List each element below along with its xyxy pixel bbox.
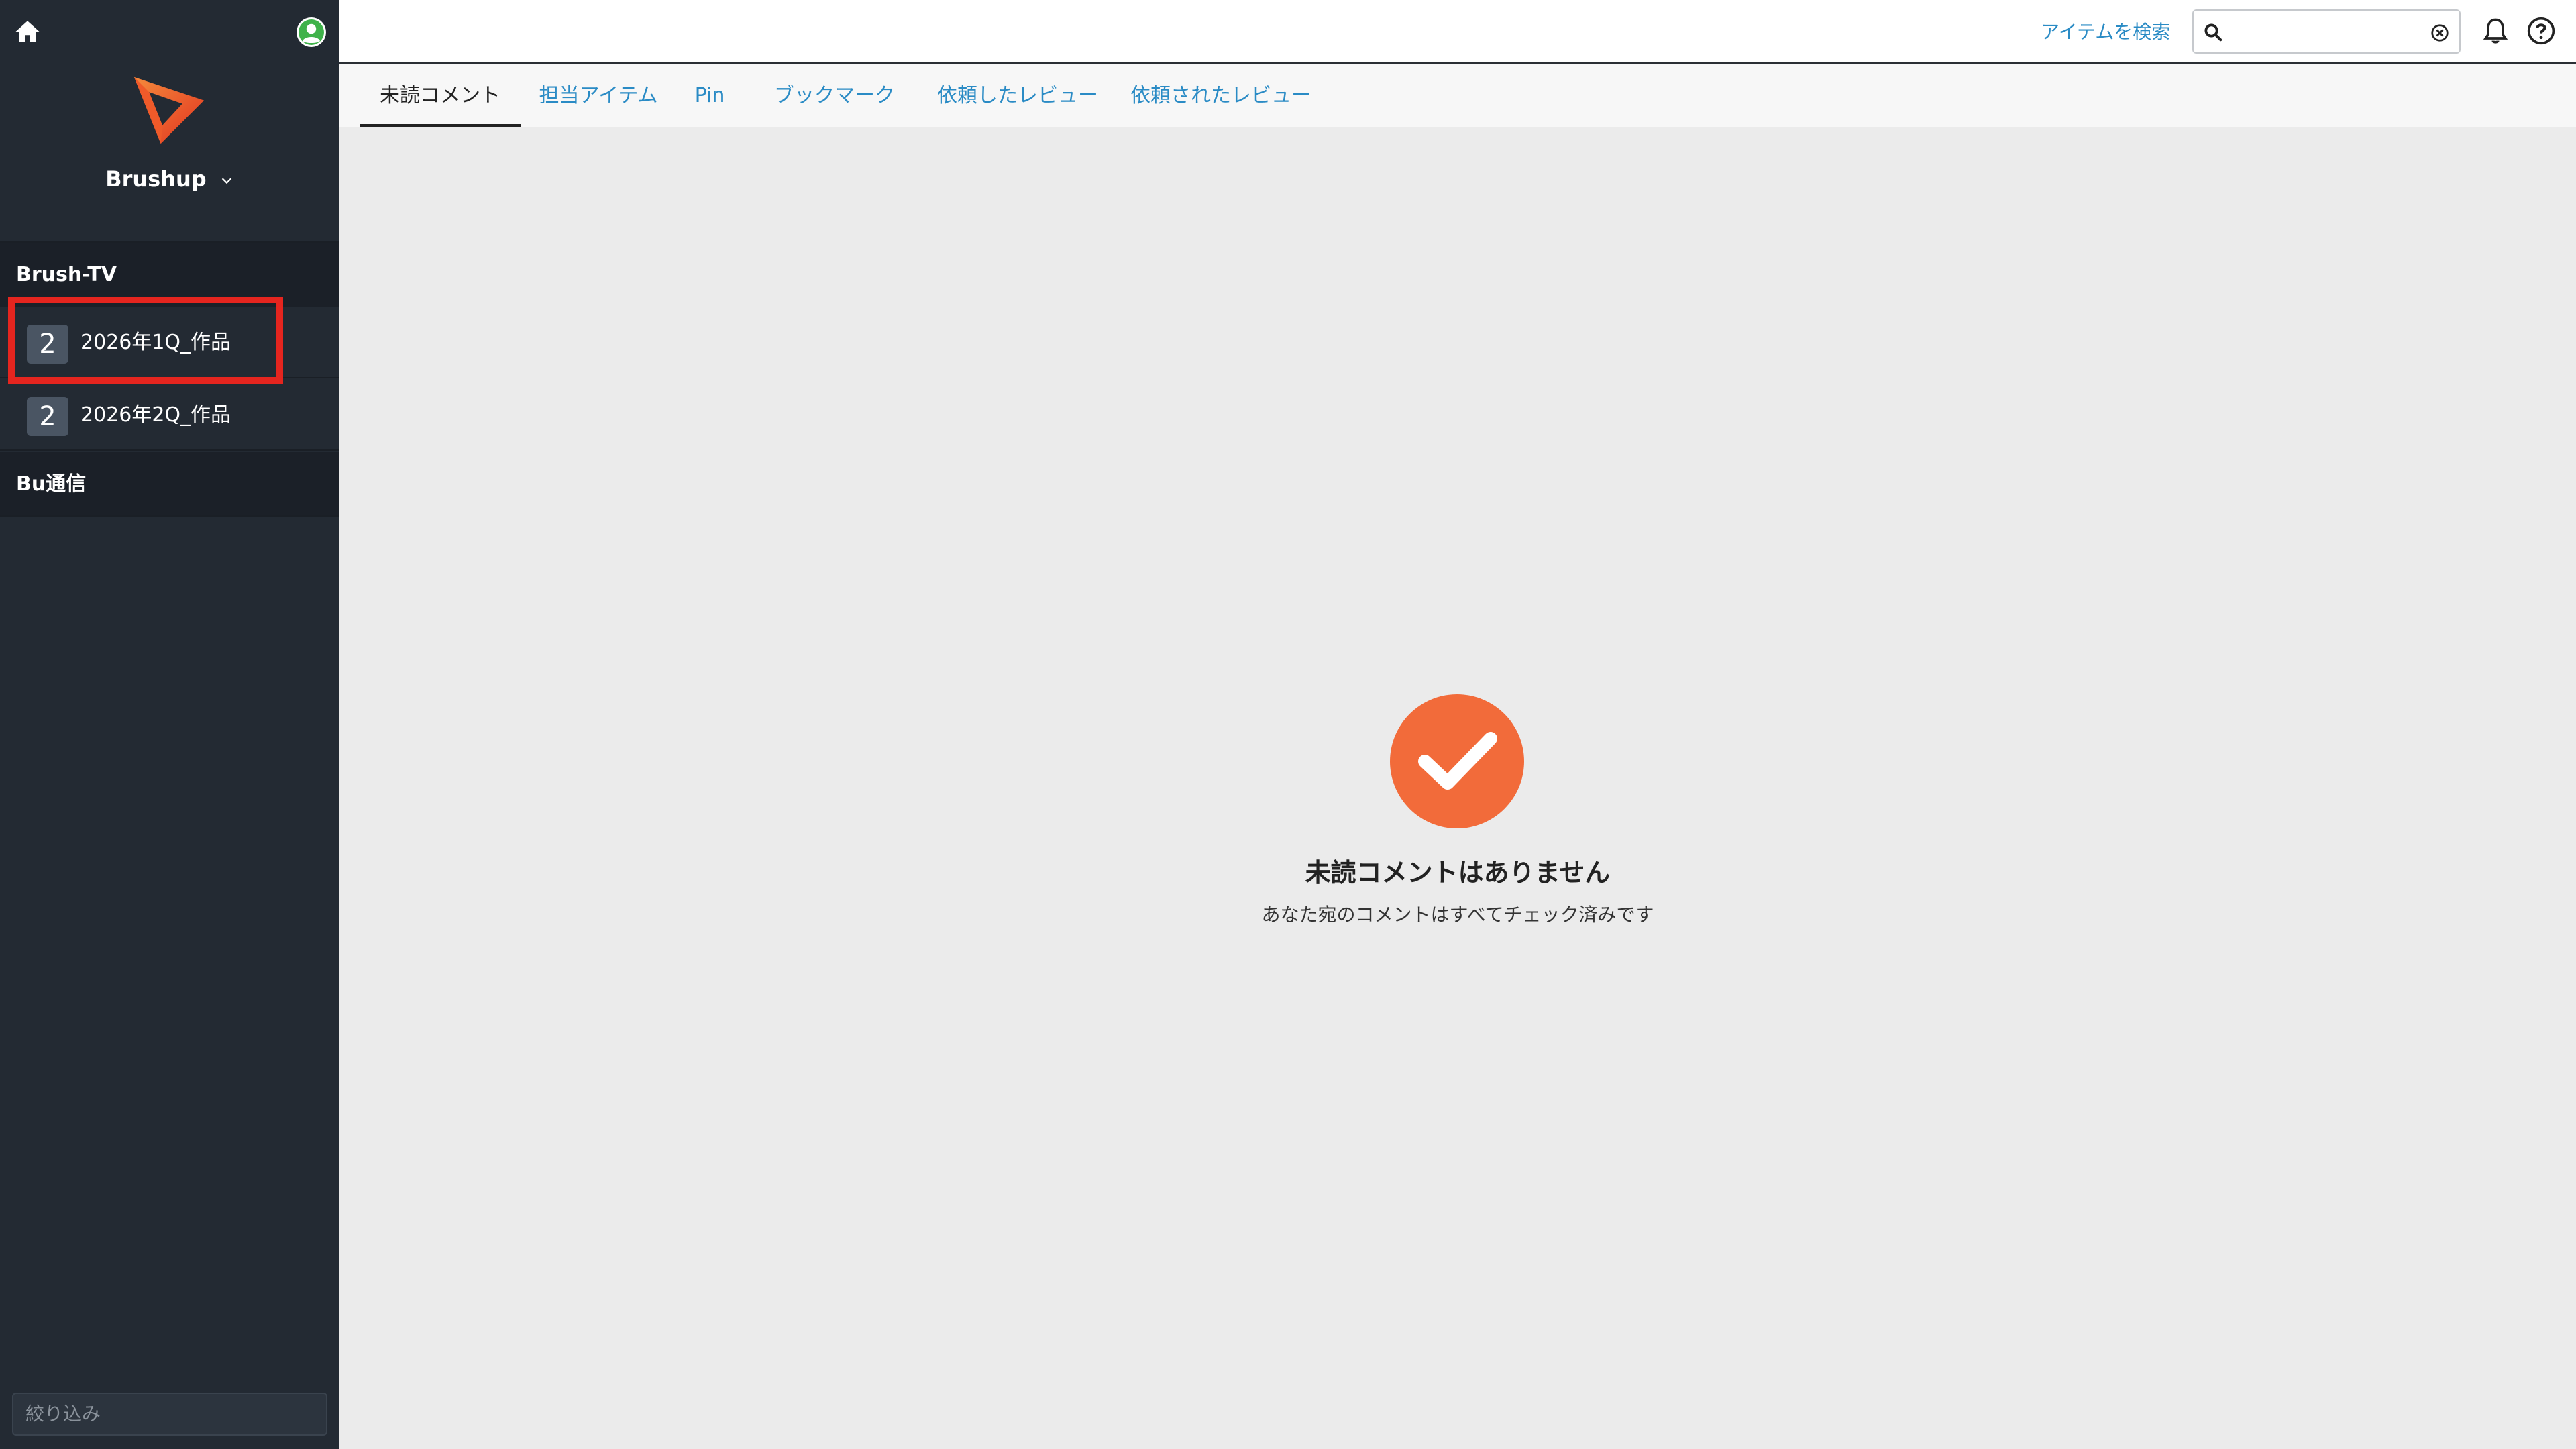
group-header-bu-tsushin[interactable]: Bu通信 [0, 452, 339, 517]
tab-pin[interactable]: Pin [682, 64, 738, 127]
workspace-switcher[interactable]: Brushup [0, 166, 339, 192]
tab-bar: 未読コメント 担当アイテム Pin ブックマーク 依頼したレビュー 依頼されたレ… [339, 64, 2576, 127]
home-icon[interactable] [13, 17, 42, 46]
sidebar: Brushup Brush-TV 2 2026年1Q_作品 2 2026年2Q_… [0, 0, 339, 1449]
group-label: Bu通信 [16, 472, 87, 496]
chevron-down-icon [221, 178, 232, 184]
tab-requested-reviews[interactable]: 依頼したレビュー [927, 64, 1108, 127]
search-input[interactable] [2231, 16, 2419, 48]
bell-icon[interactable] [2481, 16, 2510, 46]
filter-input[interactable]: 絞り込み [12, 1393, 327, 1436]
check-icon [1390, 694, 1524, 828]
search-items-link[interactable]: アイテムを検索 [2041, 0, 2170, 64]
search-box[interactable] [2192, 9, 2461, 54]
group-label: Brush-TV [16, 263, 117, 286]
tab-assigned-items[interactable]: 担当アイテム [531, 64, 665, 127]
divider [0, 515, 339, 517]
search-icon [2204, 23, 2222, 42]
workspace-name: Brushup [105, 166, 207, 192]
sidebar-header: Brushup [0, 0, 339, 241]
tab-bookmark[interactable]: ブックマーク [754, 64, 915, 127]
project-badge: 2 [27, 397, 68, 436]
help-icon[interactable] [2526, 16, 2556, 46]
project-item-2026-2q[interactable]: 2 2026年2Q_作品 [0, 380, 339, 451]
filter-placeholder: 絞り込み [25, 1403, 101, 1425]
highlight-annotation [8, 297, 283, 384]
user-icon[interactable] [295, 16, 327, 48]
empty-state-subtitle: あなた宛のコメントはすべてチェック済みです [1261, 904, 1654, 926]
tab-unread-comments[interactable]: 未読コメント [360, 64, 521, 127]
clear-icon[interactable] [2430, 23, 2450, 43]
brushup-logo-icon [133, 76, 205, 144]
top-bar: アイテムを検索 [339, 0, 2576, 64]
empty-state: 未読コメントはありません あなた宛のコメントはすべてチェック済みです [339, 127, 2576, 1449]
empty-state-title: 未読コメントはありません [1305, 858, 1611, 888]
project-label: 2026年2Q_作品 [80, 403, 231, 427]
tab-received-reviews[interactable]: 依頼されたレビュー [1120, 64, 1322, 127]
